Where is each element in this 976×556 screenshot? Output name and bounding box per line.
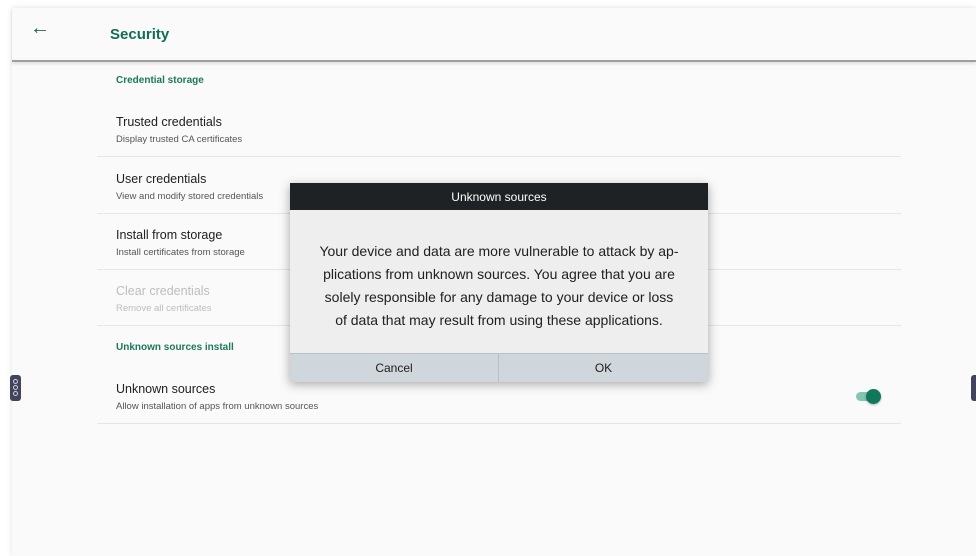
section-header-unknown-sources-install: Unknown sources install <box>116 342 234 353</box>
cancel-button[interactable]: Cancel <box>290 354 499 382</box>
pref-summary: Remove all certificates <box>116 303 212 314</box>
unknown-sources-dialog: Unknown sources Your device and data are… <box>290 183 708 382</box>
toggle-thumb <box>866 389 881 404</box>
right-side-menu-handle[interactable] <box>971 375 976 401</box>
back-arrow-icon[interactable]: ← <box>28 16 52 40</box>
pref-summary: Display trusted CA certificates <box>116 134 243 145</box>
dialog-message-line: of data that may result from using these… <box>335 312 663 328</box>
dot-icon <box>13 391 18 396</box>
section-header-credential-storage: Credential storage <box>116 75 204 86</box>
dot-icon <box>13 385 18 390</box>
page-title: Security <box>110 26 170 43</box>
dialog-button-bar: Cancel OK <box>290 353 708 382</box>
dialog-message-line: solely responsible for any damage to you… <box>324 289 674 305</box>
pref-title: Install from storage <box>116 228 223 242</box>
dialog-message-line: Your device and data are more vulnerable… <box>319 243 679 259</box>
pref-trusted-credentials[interactable]: Trusted credentials Display trusted CA c… <box>97 100 901 157</box>
pref-title: User credentials <box>116 172 207 186</box>
ok-button[interactable]: OK <box>499 354 708 382</box>
pref-summary: View and modify stored credentials <box>116 191 264 202</box>
dot-icon <box>13 379 18 384</box>
pref-summary: Install certificates from storage <box>116 247 245 258</box>
unknown-sources-toggle[interactable] <box>856 389 882 405</box>
left-side-menu-handle[interactable] <box>10 375 21 401</box>
pref-summary: Allow installation of apps from unknown … <box>116 401 319 412</box>
pref-title: Unknown sources <box>116 382 216 396</box>
dialog-message-line: plications from unknown sources. You agr… <box>323 266 675 282</box>
pref-title: Clear credentials <box>116 284 210 298</box>
pref-title: Trusted credentials <box>116 115 222 129</box>
dialog-message: Your device and data are more vulnerable… <box>318 240 680 332</box>
dialog-title: Unknown sources <box>290 183 708 210</box>
